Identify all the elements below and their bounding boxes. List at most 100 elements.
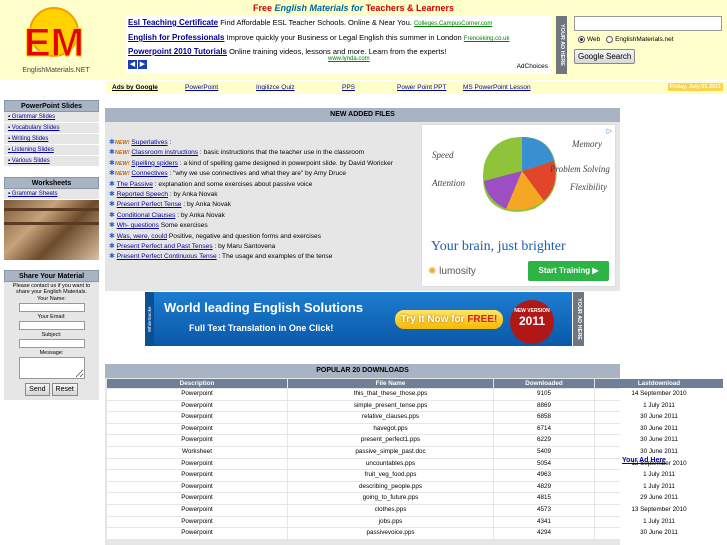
cell-lastdownload: 1 July 2011 (595, 481, 723, 493)
cell-lastdownload: 30 June 2011 (595, 528, 723, 539)
cell-file-name[interactable]: uncountables.pps (288, 458, 493, 470)
nav-link-pps[interactable]: PPS (342, 84, 355, 91)
cell-file-name[interactable]: going_to_future.pps (288, 493, 493, 504)
top-ad-2-title[interactable]: English for Professionals (128, 33, 224, 42)
file-link[interactable]: Was, were, could (117, 233, 167, 240)
radio-web[interactable] (578, 36, 585, 43)
your-name-label: Your Name: (37, 296, 66, 302)
your-email-field[interactable] (18, 321, 85, 330)
current-date: Friday, July 01 2011 (667, 83, 723, 91)
file-link[interactable]: Superlatives (131, 139, 167, 146)
cell-file-name[interactable]: jobs.pps (288, 516, 493, 528)
start-training-button[interactable]: Start Training ▶ (528, 261, 609, 281)
nav-link-powerpoint[interactable]: PowerPoint (185, 84, 218, 91)
table-row[interactable]: Powerpoint fruit_veg_food.pps 4963 1 July 2… (107, 470, 723, 481)
prev-ad-button[interactable]: ◀ (128, 60, 137, 69)
file-link[interactable]: Connectives (131, 170, 167, 177)
sidebar-item-vocabulary-slides[interactable]: Vocabulary Slides (4, 123, 99, 134)
table-row[interactable]: Powerpoint jobs.pps 4341 1 July 2011 (107, 516, 723, 528)
subject-field[interactable] (18, 339, 85, 348)
popular-downloads-panel: POPULAR 20 DOWNLOADS Description File Na… (105, 364, 723, 545)
cell-file-name[interactable]: describing_people.pps (288, 481, 493, 493)
cell-file-name[interactable]: relative_clauses.pps (288, 412, 493, 423)
file-link[interactable]: Reported Speech (117, 191, 168, 198)
table-row[interactable]: Powerpoint describing_people.pps 4829 1 Jul… (107, 481, 723, 493)
site-logo[interactable]: EM EnglishMaterials.NET (4, 6, 108, 76)
lumosity-ad[interactable]: Memory Speed Problem Solving Attention F… (421, 124, 616, 287)
adchoices-link[interactable]: AdChoices (517, 63, 548, 70)
file-link[interactable]: Present Perfect Continuous Tense (117, 253, 217, 260)
sidebar-item-various-slides[interactable]: Various Slides (4, 156, 99, 167)
file-link[interactable]: Wh- questions (117, 222, 159, 229)
cell-file-name[interactable]: passivevoice.pps (288, 528, 493, 539)
cell-downloaded: 4294 (494, 528, 594, 539)
cell-file-name[interactable]: simple_present_tense.pps (288, 400, 493, 412)
file-link[interactable]: Spelling spiders (131, 160, 178, 167)
cell-downloaded: 5409 (494, 446, 594, 458)
top-ad-2[interactable]: English for Professionals Improve quickl… (128, 33, 509, 42)
cell-file-name[interactable]: present_perfect1.pps (288, 435, 493, 446)
sidebar-item-listening-slides[interactable]: Listening Slides (4, 145, 99, 156)
cell-file-name[interactable]: clothes.pps (288, 504, 493, 516)
your-name-field[interactable] (18, 303, 85, 312)
table-row[interactable]: Worksheet passive_simple_past.doc 5409 30 J… (107, 446, 723, 458)
table-row[interactable]: Powerpoint going_to_future.pps 4815 29 June… (107, 493, 723, 504)
file-link[interactable]: Classroom instructions (131, 149, 198, 156)
whitesmoke-banner-ad[interactable]: WhiteSmoke World leading English Solutio… (145, 292, 572, 346)
top-ad-1-url[interactable]: Colleges.CampusCorner.com (414, 21, 492, 27)
table-row[interactable]: Powerpoint present_perfect1.pps 6229 30 Jun… (107, 435, 723, 446)
top-ad-2-url[interactable]: Frenceking.co.uk (464, 36, 510, 42)
your-ad-here-vertical-banner[interactable]: YOUR AD HERE (573, 292, 584, 346)
star-icon: ✱ (109, 201, 115, 209)
brain-label-flexibility: Flexibility (569, 182, 607, 192)
top-ad-1-title[interactable]: Esl Teaching Certificate (128, 18, 218, 27)
search-input[interactable] (574, 16, 722, 31)
file-desc: : by Maru Santovena (212, 243, 276, 251)
new-badge: NEW! (114, 160, 130, 167)
sidebar-item-grammar-sheets[interactable]: Grammar Sheets (4, 189, 99, 200)
radio-site[interactable] (606, 36, 614, 43)
table-row[interactable]: Powerpoint clothes.pps 4573 13 September 20… (107, 504, 723, 516)
send-button[interactable]: Send (25, 383, 50, 396)
cell-file-name[interactable]: this_that_these_those.pps (288, 389, 493, 400)
reset-button[interactable]: Reset (51, 383, 78, 396)
table-row[interactable]: Powerpoint passivevoice.pps 4294 30 June 20… (107, 528, 723, 539)
cell-file-name[interactable]: fruit_veg_food.pps (288, 470, 493, 481)
nav-link-ms-powerpoint-lesson[interactable]: MS PowerPoint Lesson (463, 84, 531, 91)
table-row[interactable]: Powerpoint relative_clauses.pps 6858 30 Jun… (107, 412, 723, 423)
sidebar-item-grammar-slides[interactable]: Grammar Slides (4, 112, 99, 123)
file-link[interactable]: Present Perfect and Past Tenses (117, 243, 213, 250)
table-row[interactable]: Powerpoint this_that_these_those.pps 9105 1… (107, 389, 723, 400)
whitesmoke-side-label: WhiteSmoke (145, 292, 154, 346)
cell-lastdownload: 1 July 2011 (595, 470, 723, 481)
your-ad-here-link[interactable]: Your Ad Here (622, 457, 666, 464)
cell-file-name[interactable]: havegot.pps (288, 423, 493, 435)
brain-label-attention: Attention (431, 178, 465, 188)
file-link[interactable]: Present Perfect Tense (117, 201, 182, 208)
message-field[interactable] (18, 357, 85, 379)
google-search-button[interactable]: Google Search (574, 49, 636, 65)
cell-description: Powerpoint (107, 423, 287, 435)
ads-by-google-label[interactable]: Ads by Google (112, 84, 158, 91)
nav-link-power-point-ppt[interactable]: Power Point PPT (397, 84, 447, 91)
file-link[interactable]: The Passive (117, 181, 153, 188)
nav-link-ingilizce-quiz[interactable]: Ingilizce Quiz (256, 84, 295, 91)
star-icon: ✱ (109, 253, 115, 261)
sidebar-item-writing-slides[interactable]: Writing Slides (4, 134, 99, 145)
top-ad-3[interactable]: Powerpoint 2010 Tutorials Online trainin… (128, 47, 446, 62)
your-ad-here-vertical-top[interactable]: YOUR AD HERE (556, 16, 567, 74)
cell-description: Powerpoint (107, 458, 287, 470)
share-material-title: Share Your Material (4, 270, 99, 282)
adchoices-icon[interactable]: ▷ (607, 127, 612, 135)
column-header-lastdownload: Lastdownload (595, 379, 723, 388)
next-ad-button[interactable]: ▶ (138, 60, 147, 69)
top-ad-1[interactable]: Esl Teaching Certificate Find Affordable… (128, 18, 492, 27)
file-link[interactable]: Conditional Clauses (117, 212, 176, 219)
cell-file-name[interactable]: passive_simple_past.doc (288, 446, 493, 458)
top-ad-3-url[interactable]: www.lynda.com (128, 56, 446, 62)
try-it-now-button[interactable]: Try It Now for FREE! (395, 310, 503, 329)
top-ad-3-title[interactable]: Powerpoint 2010 Tutorials (128, 47, 227, 56)
list-item: ✱ Conditional Clauses : by Anka Novak (109, 211, 414, 221)
table-row[interactable]: Powerpoint simple_present_tense.pps 8869 1 … (107, 400, 723, 412)
table-row[interactable]: Powerpoint havegot.pps 6714 30 June 2011 (107, 423, 723, 435)
